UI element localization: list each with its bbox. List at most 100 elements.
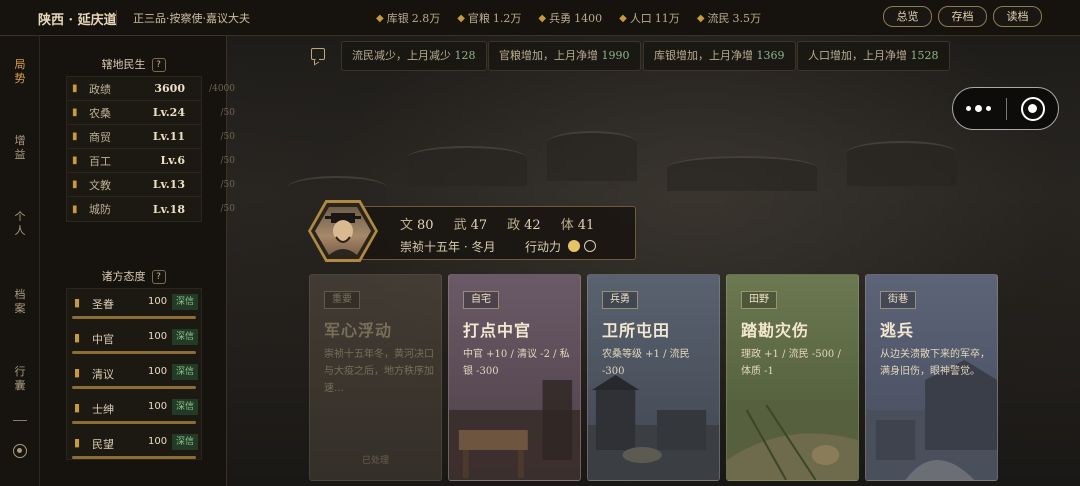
attitude-row: ▮ 民望 100 深信 [66, 432, 202, 467]
attitude-bar [72, 351, 196, 354]
attitude-bar [72, 456, 196, 459]
jurisdiction-title: 辖地民生? [40, 56, 227, 72]
card-description: 农桑等级 +1 / 流民 -300 [602, 349, 690, 377]
list-item: ▮ 商贸 Lv.11/50 [67, 125, 235, 149]
attitudes-title: 诸方态度? [40, 268, 227, 284]
nav-inventory[interactable]: 行囊 [12, 365, 28, 393]
card-title: 踏勘灾伤 [741, 321, 810, 340]
nav-situation[interactable]: 局势 [12, 58, 28, 86]
event-card[interactable]: 兵勇 卫所屯田 农桑等级 +1 / 流民 -300 [587, 274, 720, 481]
attitude-row: ▮ 清议 100 深信 [66, 362, 202, 397]
event-card[interactable]: 重要 军心浮动 崇祯十五年冬，黄河决口与大疫之后，地方秩序加速… 已处理 [309, 274, 442, 481]
gentry-icon: ▮ [74, 401, 81, 414]
divider [116, 10, 117, 26]
nav-separator [13, 420, 27, 421]
stat-grain: ◆ 官粮 1.2万 [457, 12, 522, 25]
resource-stats: ◆ 库银 2.8万 ◆ 官粮 1.2万 ◆ 兵勇 1400 ◆ 人口 11万 ◆ 流民 3.5万 [376, 10, 761, 26]
card-tag: 自宅 [463, 291, 499, 309]
nav-buffs[interactable]: 增益 [12, 134, 28, 162]
card-tag: 兵勇 [602, 291, 638, 309]
card-title: 军心浮动 [324, 321, 393, 340]
attr-literacy: 文 80 [400, 218, 434, 233]
status-badge: 深信 [172, 399, 198, 415]
attitude-row: ▮ 士绅 100 深信 [66, 397, 202, 432]
attitude-bar [72, 386, 196, 389]
jurisdiction-list: ▮ 政绩 3600/4000 ▮ 农桑 Lv.24/50 ▮ 商贸 Lv.11/50 ▮ 百工… [66, 76, 235, 222]
attr-martial: 武 47 [453, 218, 488, 233]
population-icon: ◆ [619, 12, 627, 24]
defense-icon: ▮ [72, 203, 78, 215]
silver-icon: ◆ [376, 12, 384, 24]
event-card[interactable]: 田野 踏勘灾伤 理政 +1 / 流民 -500 / 体质 -1 [726, 274, 859, 481]
emperor-icon: ▮ [74, 296, 81, 309]
attitude-row: ▮ 中官 100 深信 [66, 327, 202, 362]
news-item: 流民减少，上月减少 128 [341, 41, 487, 71]
grain-icon: ◆ [457, 12, 465, 24]
more-icon[interactable] [966, 101, 996, 115]
soldier-icon: ◆ [538, 12, 547, 24]
help-icon[interactable]: ? [151, 270, 166, 284]
overview-button[interactable]: 总览 [883, 6, 932, 27]
list-item: ▮ 城防 Lv.18/50 [67, 197, 235, 221]
attitude-bar [72, 316, 196, 319]
help-icon[interactable]: ? [151, 58, 166, 72]
list-item: ▮ 农桑 Lv.24/50 [67, 101, 235, 125]
attitude-bar [72, 421, 196, 424]
education-icon: ▮ [72, 179, 78, 190]
news-item: 人口增加，上月净增 1528 [797, 41, 950, 71]
save-button[interactable]: 存档 [938, 6, 987, 27]
message-icon[interactable] [311, 48, 325, 60]
scholar-icon: ▮ [74, 366, 81, 379]
trade-icon: ▮ [72, 131, 78, 142]
eunuch-icon: ▮ [74, 331, 81, 344]
stat-soldiers: ◆ 兵勇 1400 [538, 11, 603, 26]
card-status: 已处理 [361, 456, 389, 466]
craft-icon: ▮ [72, 155, 78, 166]
side-panel: 辖地民生? ▮ 政绩 3600/4000 ▮ 农桑 Lv.24/50 ▮ 商贸 Lv.11/… [40, 36, 235, 486]
refugee-icon: ◆ [696, 12, 705, 24]
card-description: 中官 +10 / 清议 -2 / 私银 -300 [463, 349, 570, 377]
character-attributes: 文 80 武 47 政 42 体 41 [400, 214, 594, 233]
card-description: 从边关溃散下来的军卒，满身旧伤，眼神警觉。 [880, 349, 990, 377]
capsule-divider [1006, 98, 1007, 120]
people-icon: ▮ [74, 436, 81, 449]
card-title: 逃兵 [880, 321, 915, 340]
avatar[interactable] [308, 200, 378, 262]
left-nav: 局势 增益 个人 档案 行囊 [0, 36, 40, 486]
miniprogram-capsule [952, 87, 1059, 130]
action-point-empty [584, 240, 596, 252]
action-points-label: 行动力 [525, 240, 562, 254]
card-title: 打点中官 [463, 321, 532, 340]
game-date: 崇祯十五年 · 冬月 [400, 240, 496, 254]
farm-icon: ▮ [72, 107, 78, 118]
status-badge: 深信 [172, 329, 198, 345]
nav-archive[interactable]: 档案 [12, 288, 28, 316]
close-target-icon[interactable] [1021, 97, 1045, 121]
news-item: 库银增加，上月净增 1369 [643, 41, 796, 71]
card-description: 理政 +1 / 流民 -500 / 体质 -1 [741, 349, 841, 377]
load-button[interactable]: 读档 [993, 6, 1042, 27]
card-tag: 街巷 [880, 291, 916, 309]
card-tag: 重要 [324, 291, 360, 309]
event-card[interactable]: 街巷 逃兵 从边关溃散下来的军卒，满身旧伤，眼神警觉。 [865, 274, 998, 481]
official-rank: 正三品·按察使·嘉议大夫 [133, 12, 250, 25]
target-icon[interactable] [13, 444, 27, 458]
attr-physique: 体 41 [560, 218, 595, 233]
status-badge: 深信 [172, 294, 198, 310]
status-badge: 深信 [172, 434, 198, 450]
location-title: 陕西 · 延庆道 [38, 13, 117, 28]
list-item: ▮ 政绩 3600/4000 [67, 77, 235, 101]
news-item: 官粮增加，上月净增 1990 [488, 41, 641, 71]
card-description: 崇祯十五年冬，黄河决口与大疫之后，地方秩序加速… [324, 349, 434, 394]
top-bar: 陕西 · 延庆道 正三品·按察使·嘉议大夫 ◆ 库银 2.8万 ◆ 官粮 1.2万 ◆ 兵… [0, 0, 1080, 36]
event-card[interactable]: 自宅 打点中官 中官 +10 / 清议 -2 / 私银 -300 [448, 274, 581, 481]
stat-silver: ◆ 库银 2.8万 [376, 12, 441, 25]
nav-personal[interactable]: 个人 [12, 210, 28, 238]
attitude-row: ▮ 圣眷 100 深信 [66, 292, 202, 327]
attr-governance: 政 42 [507, 218, 541, 233]
action-point-filled [568, 240, 580, 252]
list-item: ▮ 文教 Lv.13/50 [67, 173, 235, 197]
stat-refugees: ◆ 流民 3.5万 [696, 12, 762, 25]
card-title: 卫所屯田 [602, 321, 671, 340]
list-item: ▮ 百工 Lv.6/50 [67, 149, 235, 173]
